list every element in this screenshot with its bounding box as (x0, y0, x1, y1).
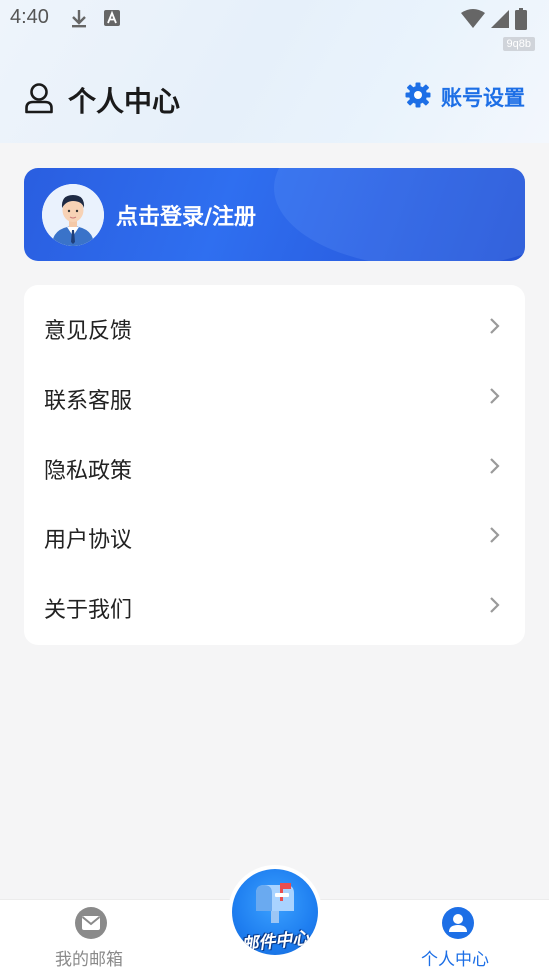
text-a-icon (104, 9, 120, 31)
menu-item-user-agreement[interactable]: 用户协议 (24, 500, 525, 570)
account-settings-label: 账号设置 (441, 86, 525, 110)
tab-my-mailbox[interactable]: 我的邮箱 (40, 900, 144, 976)
avatar (42, 184, 104, 246)
page-title: 个人中心 (68, 85, 181, 118)
user-outline-icon (24, 82, 54, 118)
login-register-label: 点击登录/注册 (116, 205, 257, 230)
card-decoration (274, 168, 525, 261)
download-icon (70, 9, 88, 33)
gear-icon (405, 82, 431, 112)
menu-item-label: 联系客服 (44, 389, 133, 414)
mail-center-button: 邮件中心 (232, 869, 318, 955)
tab-label: 个人中心 (421, 950, 489, 970)
user-icon (441, 906, 475, 944)
page-header: 个人中心 账号设置 (0, 72, 549, 128)
chevron-right-icon (489, 457, 501, 479)
tab-mail-center[interactable]: 邮件中心 (228, 865, 322, 959)
wifi-icon (461, 9, 485, 33)
menu-item-label: 用户协议 (44, 528, 133, 553)
account-settings-button[interactable]: 账号设置 (405, 82, 525, 112)
status-time: 4:40 (10, 6, 49, 28)
chevron-right-icon (489, 317, 501, 339)
menu-item-privacy-policy[interactable]: 隐私政策 (24, 431, 525, 501)
menu-item-label: 意见反馈 (44, 319, 133, 344)
menu-item-feedback[interactable]: 意见反馈 (24, 291, 525, 361)
menu-list: 意见反馈 联系客服 隐私政策 用户协议 关于我们 (24, 285, 525, 645)
mail-icon (74, 906, 108, 944)
chevron-right-icon (489, 387, 501, 409)
login-card[interactable]: 点击登录/注册 (24, 168, 525, 261)
tab-personal-center[interactable]: 个人中心 (405, 900, 509, 976)
watermark: 9q8b (502, 37, 535, 51)
status-bar: 4:40 9q8b (0, 0, 549, 51)
chevron-right-icon (489, 596, 501, 618)
tab-label: 我的邮箱 (55, 950, 123, 970)
menu-item-customer-service[interactable]: 联系客服 (24, 361, 525, 431)
mailbox-icon (250, 881, 300, 927)
menu-item-label: 隐私政策 (44, 459, 133, 484)
menu-item-about-us[interactable]: 关于我们 (24, 570, 525, 640)
chevron-right-icon (489, 526, 501, 548)
menu-item-label: 关于我们 (44, 598, 133, 623)
battery-icon (515, 8, 527, 34)
signal-icon (491, 9, 509, 33)
